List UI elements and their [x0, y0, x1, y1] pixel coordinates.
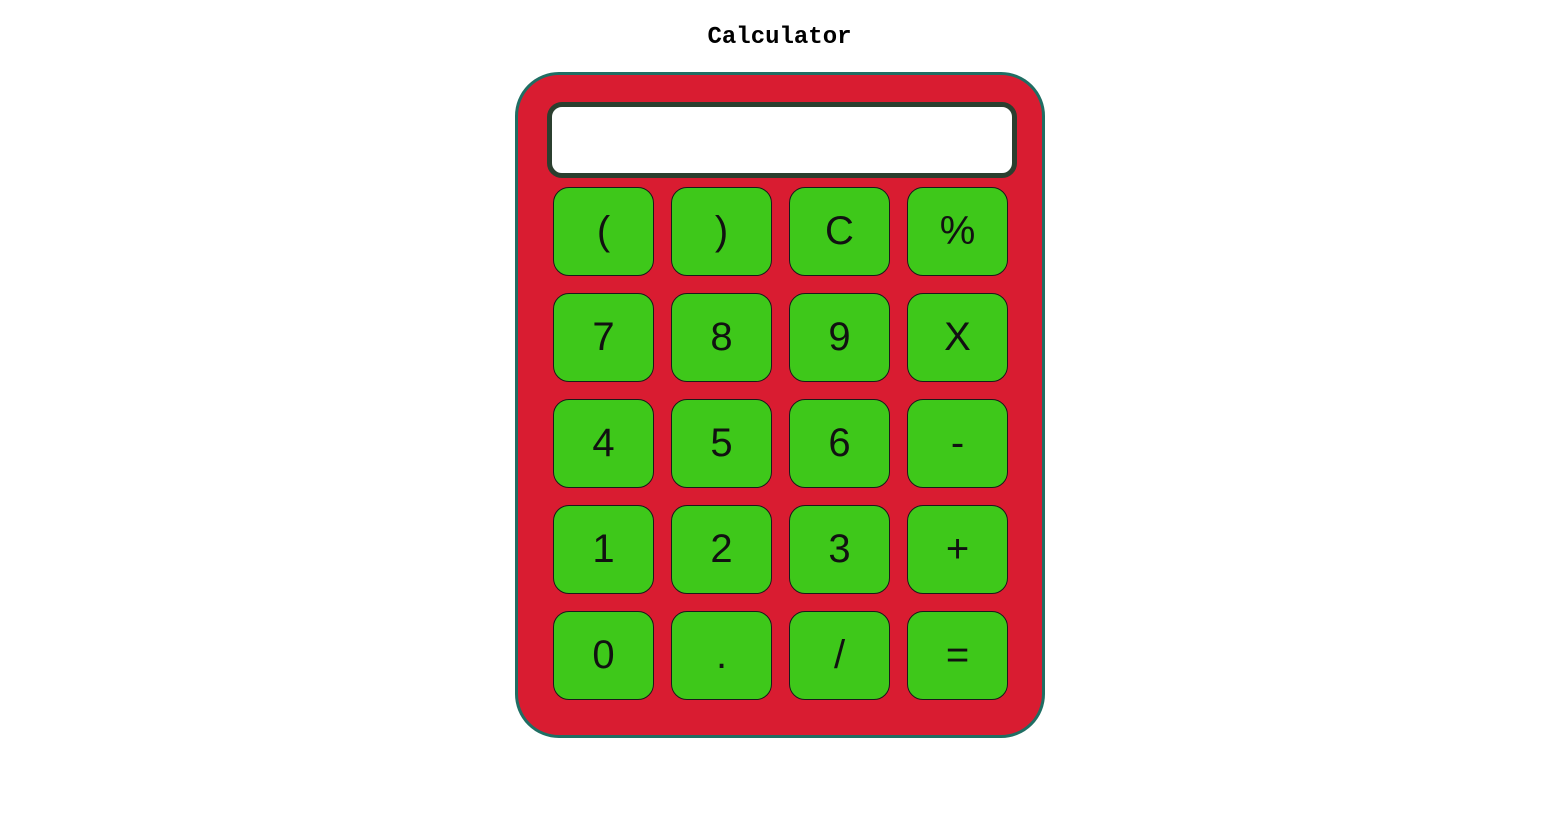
keypad: () C% 7 8 9 X 4 5 6- 1 2 3 +0. / = [553, 187, 1011, 700]
multiply-button[interactable]: X [907, 293, 1008, 382]
close-paren-button[interactable]: ) [671, 187, 772, 276]
digit-1-button[interactable]: 1 [553, 505, 654, 594]
percent-button[interactable]: % [907, 187, 1008, 276]
decimal-point-button[interactable]: . [671, 611, 772, 700]
page-title: Calculator [707, 24, 852, 51]
divide-button[interactable]: / [789, 611, 890, 700]
clear-button[interactable]: C [789, 187, 890, 276]
digit-6-button[interactable]: 6 [789, 399, 890, 488]
add-button[interactable]: + [907, 505, 1008, 594]
open-paren-button[interactable]: ( [553, 187, 654, 276]
subtract-button[interactable]: - [907, 399, 1008, 488]
digit-2-button[interactable]: 2 [671, 505, 772, 594]
digit-4-button[interactable]: 4 [553, 399, 654, 488]
equals-button[interactable]: = [907, 611, 1008, 700]
digit-8-button[interactable]: 8 [671, 293, 772, 382]
display-value [998, 119, 1012, 160]
digit-3-button[interactable]: 3 [789, 505, 890, 594]
digit-5-button[interactable]: 5 [671, 399, 772, 488]
calculator-body: () C% 7 8 9 X 4 5 6- 1 2 3 +0. / = [515, 72, 1045, 738]
calculator-display [547, 102, 1017, 178]
digit-0-button[interactable]: 0 [553, 611, 654, 700]
digit-7-button[interactable]: 7 [553, 293, 654, 382]
digit-9-button[interactable]: 9 [789, 293, 890, 382]
